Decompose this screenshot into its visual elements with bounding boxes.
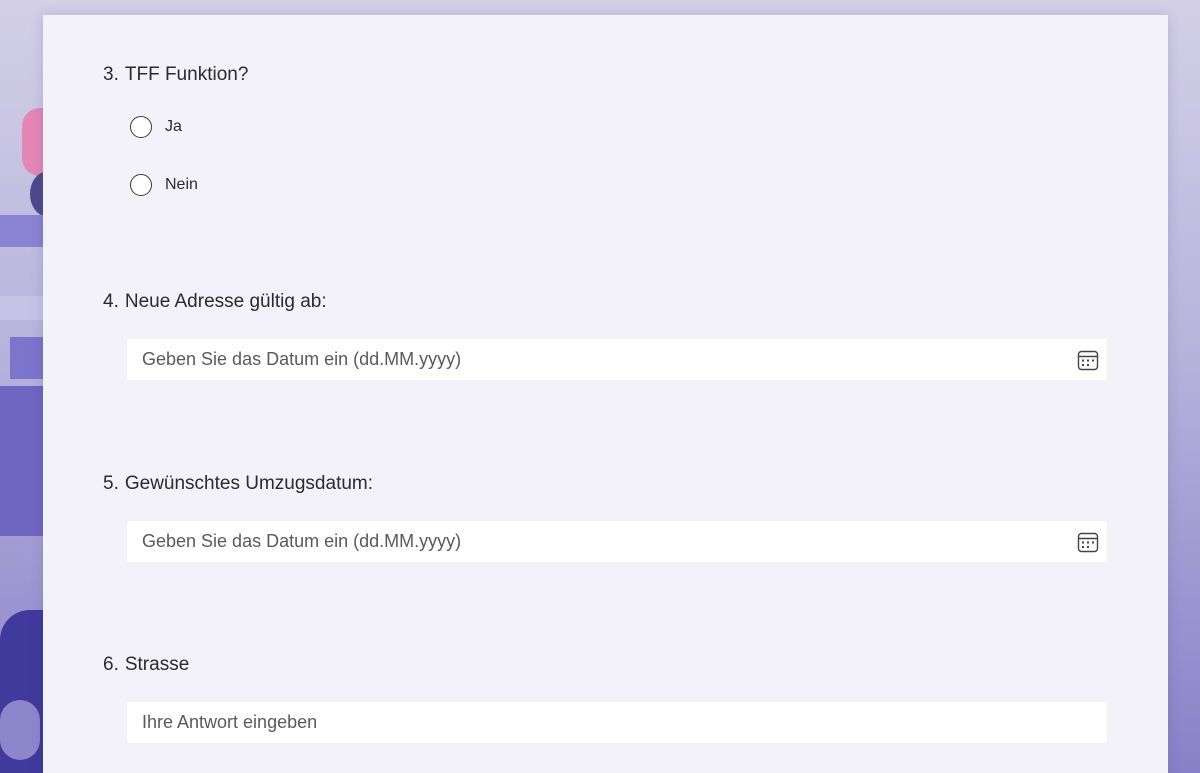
question-tff-funktion: 3. TFF Funktion?	[103, 63, 248, 87]
question-number: 3.	[103, 64, 119, 85]
question-umzugsdatum: 5. Gewünschtes Umzugsdatum:	[103, 472, 373, 496]
date-input-umzugsdatum[interactable]: Geben Sie das Datum ein (dd.MM.yyyy)	[127, 521, 1107, 562]
question-text: TFF Funktion?	[124, 64, 249, 85]
radio-option-nein[interactable]: Nein	[130, 172, 198, 198]
question-title: 3. TFF Funktion?	[103, 63, 248, 87]
question-neue-adresse: 4. Neue Adresse gültig ab:	[103, 290, 327, 314]
question-title: 6. Strasse	[103, 653, 189, 677]
option-label: Nein	[165, 176, 198, 193]
question-text: Gewünschtes Umzugsdatum:	[124, 473, 374, 494]
radio-option-ja[interactable]: Ja	[130, 114, 182, 140]
illustration-figure	[0, 700, 40, 760]
question-number: 5.	[103, 473, 119, 494]
question-title: 4. Neue Adresse gültig ab:	[103, 290, 327, 314]
question-text: Neue Adresse gültig ab:	[124, 291, 327, 312]
radio-button[interactable]	[130, 116, 152, 138]
question-strasse: 6. Strasse	[103, 653, 189, 677]
date-placeholder: Geben Sie das Datum ein (dd.MM.yyyy)	[142, 531, 462, 551]
form-card: 3. TFF Funktion? Ja Nein 4. Neue Adresse g…	[43, 15, 1168, 773]
calendar-icon[interactable]	[1077, 349, 1099, 371]
question-number: 4.	[103, 291, 119, 312]
question-number: 6.	[103, 654, 119, 675]
text-input-strasse[interactable]: Ihre Antwort eingeben	[127, 702, 1107, 743]
question-title: 5. Gewünschtes Umzugsdatum:	[103, 472, 373, 496]
radio-button[interactable]	[130, 174, 152, 196]
illustration-shape	[10, 337, 46, 379]
question-text: Strasse	[124, 654, 190, 675]
date-input-neue-adresse[interactable]: Geben Sie das Datum ein (dd.MM.yyyy)	[127, 339, 1107, 380]
option-label: Ja	[165, 118, 182, 135]
date-placeholder: Geben Sie das Datum ein (dd.MM.yyyy)	[142, 349, 462, 369]
calendar-icon[interactable]	[1077, 531, 1099, 553]
text-placeholder: Ihre Antwort eingeben	[142, 712, 318, 732]
